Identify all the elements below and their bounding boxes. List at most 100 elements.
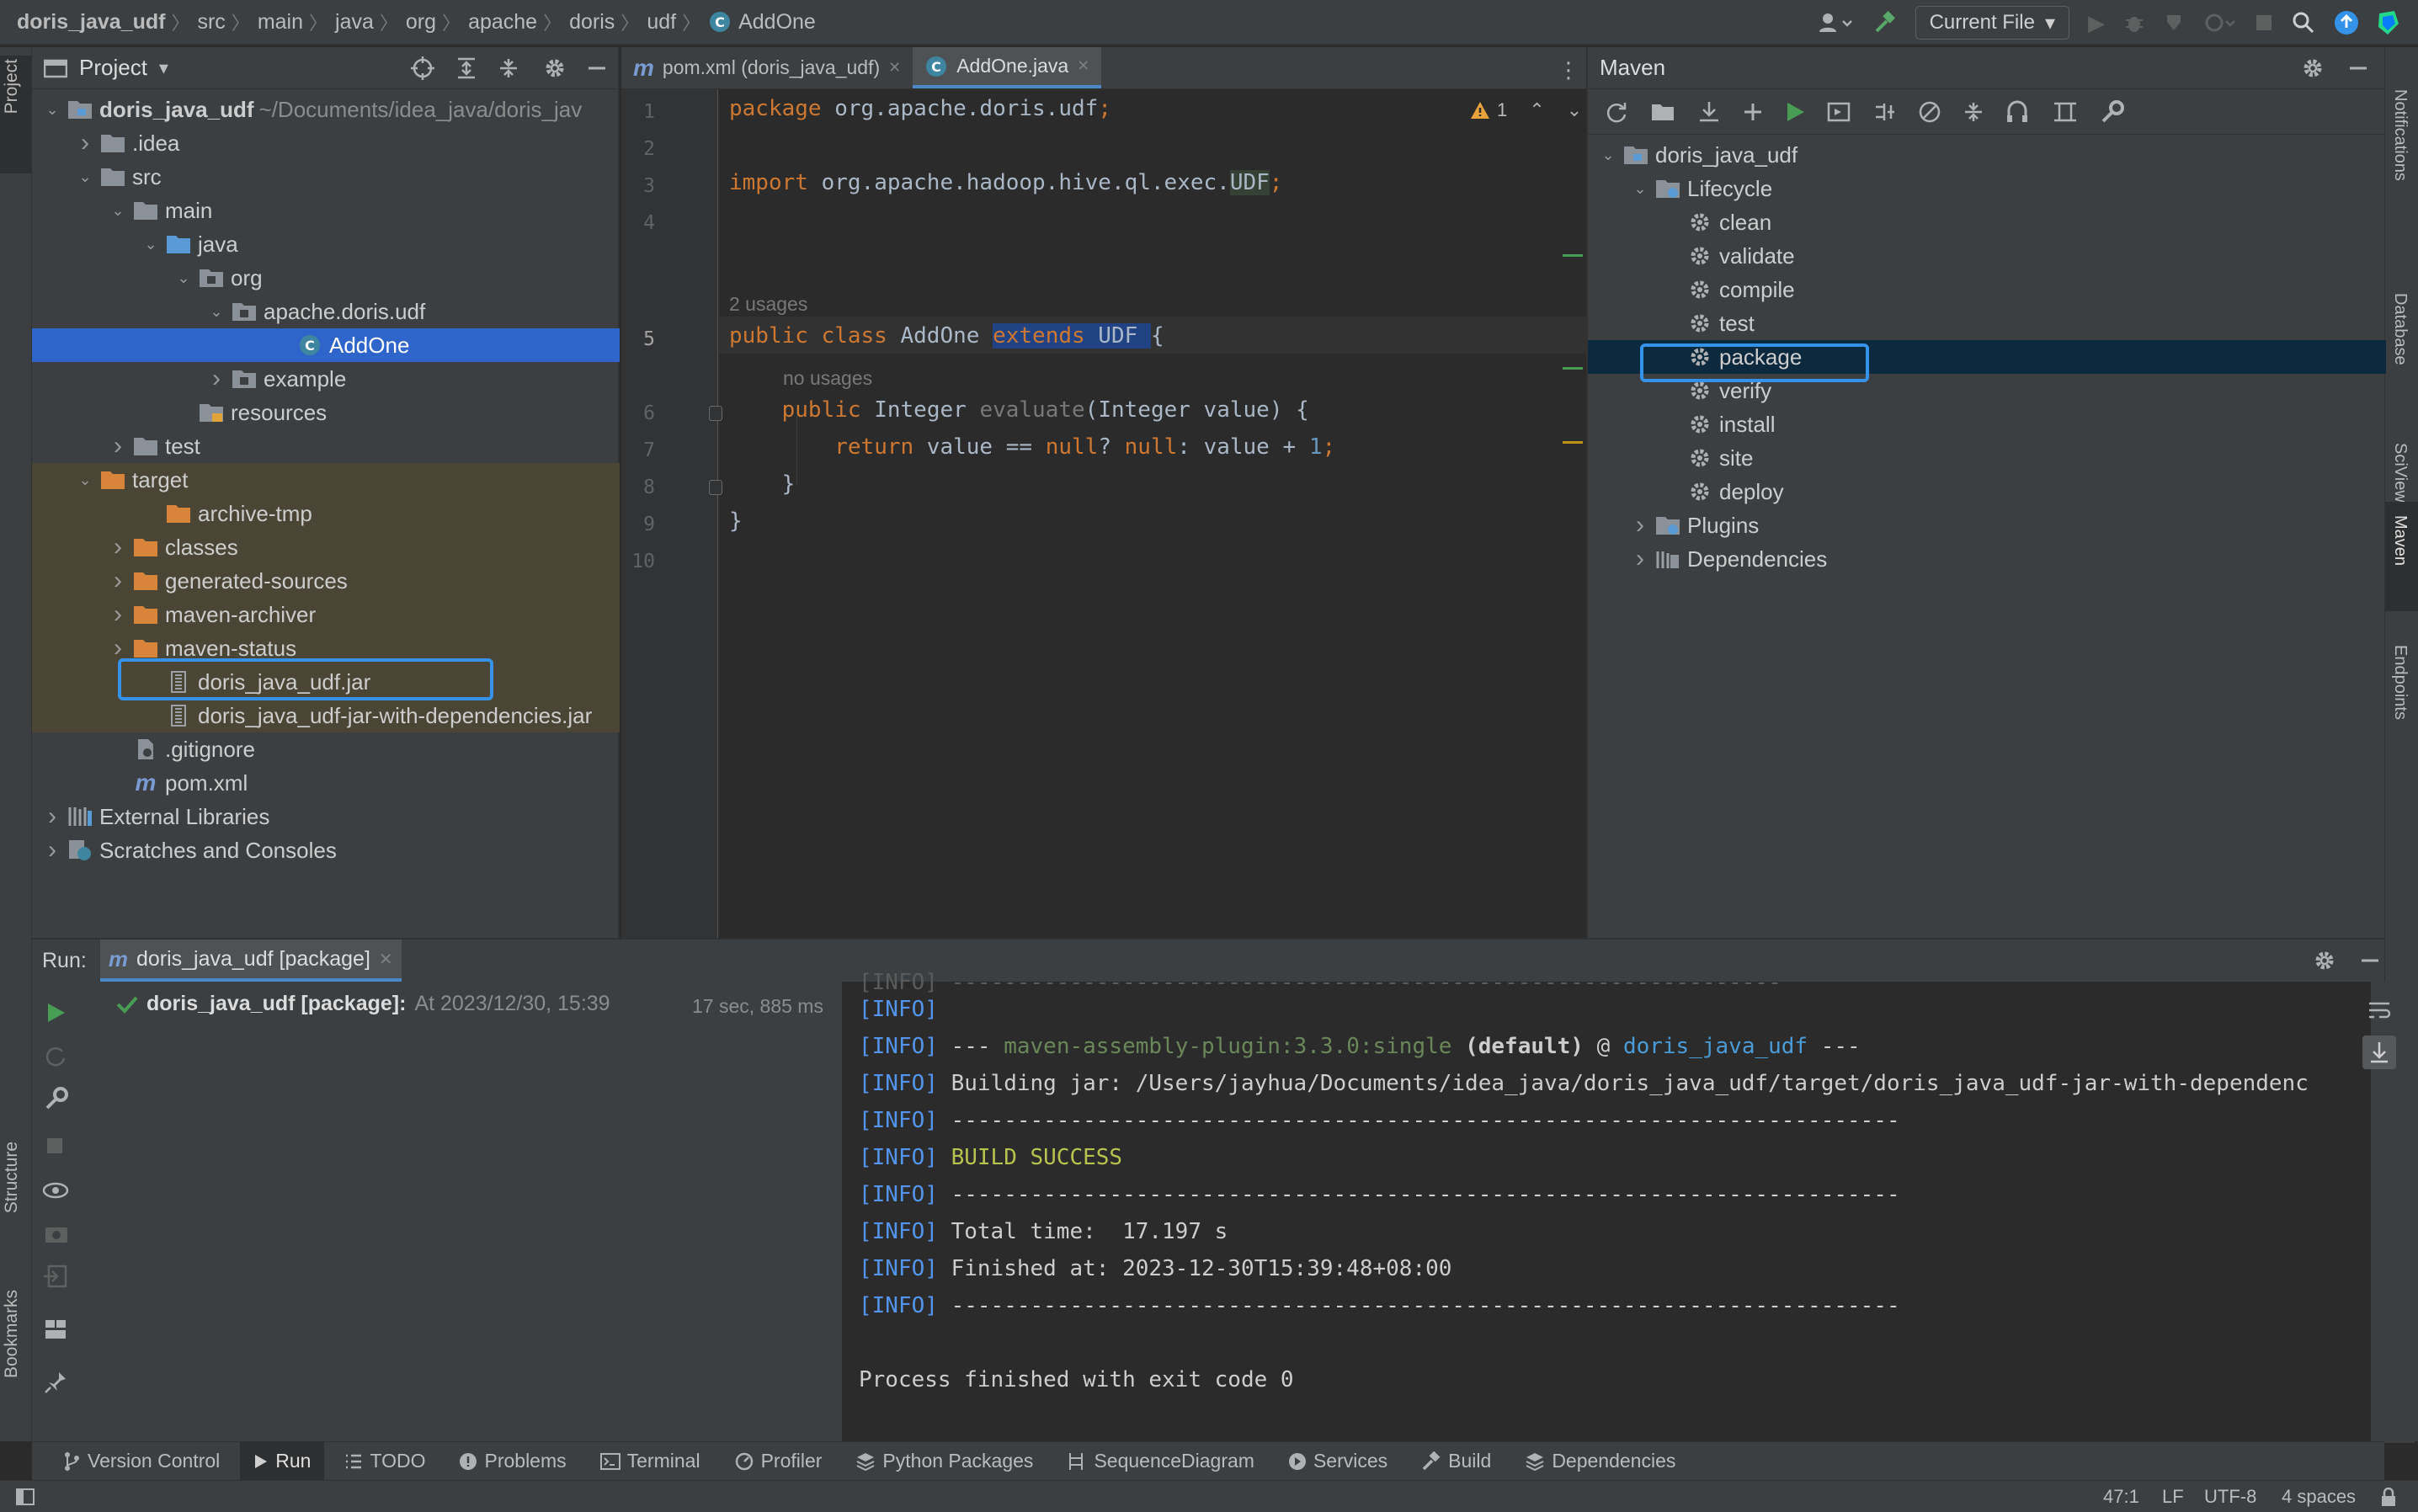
tool-tab-problems[interactable]: Problems — [445, 1442, 579, 1481]
inspection-widget[interactable]: 1 ⌃ ⌄ — [1470, 99, 1582, 121]
project-tool-tab[interactable]: Project — [2, 59, 22, 114]
jetbrains-logo-icon[interactable] — [2378, 10, 2399, 35]
previous-highlight-icon[interactable]: ⌃ — [1529, 99, 1544, 121]
chevron-down-icon[interactable]: ▾ — [159, 57, 168, 79]
coverage-icon[interactable] — [2164, 12, 2186, 34]
reload-icon[interactable] — [1605, 100, 1628, 124]
next-highlight-icon[interactable]: ⌄ — [1567, 99, 1582, 121]
project-tree-item[interactable]: › example — [32, 362, 620, 396]
chevron-right-icon[interactable]: › — [44, 836, 61, 865]
chevron-down-icon[interactable]: ⌄ — [44, 101, 61, 119]
line-separator[interactable]: LF — [2162, 1486, 2184, 1508]
breadcrumb-item[interactable]: java — [335, 10, 374, 35]
notifications-tool-tab[interactable]: Notifications — [2390, 89, 2410, 181]
maven-goal-item[interactable]: site — [1588, 441, 2386, 475]
project-tree-item[interactable]: ⌄ src — [32, 160, 620, 194]
wrench-settings-icon[interactable] — [2100, 99, 2125, 125]
toggle-offline-icon[interactable] — [1872, 100, 1896, 124]
expand-all-icon[interactable] — [456, 57, 477, 79]
debug-icon[interactable] — [2123, 12, 2145, 34]
project-tree-item[interactable]: resources — [32, 396, 620, 429]
maven-dependencies-item[interactable]: › Dependencies — [1588, 542, 2386, 576]
gear-icon[interactable] — [2302, 57, 2324, 79]
chevron-down-icon[interactable]: ⌄ — [1600, 146, 1616, 164]
maven-goal-item[interactable]: validate — [1588, 239, 2386, 273]
search-icon[interactable] — [2292, 11, 2315, 35]
sciview-tool-tab[interactable]: SciView — [2390, 443, 2410, 503]
chevron-down-icon[interactable]: ⌄ — [109, 202, 126, 220]
download-icon[interactable] — [1697, 100, 1721, 124]
run-configuration-select[interactable]: Current File ▾ — [1915, 6, 2069, 40]
run-configuration-icon[interactable] — [1827, 101, 1851, 123]
database-tool-tab[interactable]: Database — [2390, 293, 2410, 365]
update-icon[interactable] — [2334, 10, 2359, 35]
chevron-right-icon[interactable]: › — [1632, 511, 1648, 540]
run-goal-icon[interactable] — [1785, 101, 1805, 123]
collapse-all-icon[interactable] — [498, 57, 519, 79]
gear-icon[interactable] — [544, 57, 566, 79]
project-tree-item[interactable]: › test — [32, 429, 620, 463]
tool-tab-run[interactable]: Run — [240, 1441, 325, 1481]
minimize-icon[interactable] — [2361, 951, 2379, 970]
add-maven-project-icon[interactable] — [1650, 100, 1675, 124]
pin-icon[interactable] — [44, 1371, 67, 1394]
plus-icon[interactable] — [1743, 102, 1763, 122]
breadcrumb-item[interactable]: udf — [647, 10, 676, 35]
project-panel-title[interactable]: Project — [79, 55, 147, 81]
project-tree-item[interactable]: .gitignore — [32, 732, 620, 766]
run-tree-item[interactable]: doris_java_udf [package]: At 2023/12/30,… — [116, 992, 610, 1016]
tool-tab-build[interactable]: Build — [1408, 1442, 1505, 1481]
scroll-to-end-icon[interactable] — [2362, 1036, 2396, 1069]
breadcrumb-item[interactable]: src — [197, 10, 225, 35]
locate-icon[interactable] — [411, 56, 434, 80]
breadcrumb-item[interactable]: doris_java_udf — [17, 10, 165, 35]
project-tree-item[interactable]: ⌄ org — [32, 261, 620, 295]
chevron-down-icon[interactable]: ⌄ — [142, 236, 159, 253]
maven-goal-item[interactable]: test — [1588, 306, 2386, 340]
user-icon[interactable] — [1818, 12, 1855, 34]
project-tree-item[interactable]: › generated-sources — [32, 564, 620, 598]
breadcrumb-item[interactable]: org — [406, 10, 436, 35]
chevron-right-icon[interactable]: › — [109, 533, 126, 562]
lifecycle-phases-icon[interactable] — [2053, 100, 2078, 124]
chevron-down-icon[interactable]: ⌄ — [175, 269, 192, 287]
project-tree-item[interactable]: archive-tmp — [32, 497, 620, 530]
tool-tab-terminal[interactable]: Terminal — [587, 1442, 714, 1481]
chevron-right-icon[interactable]: › — [208, 365, 225, 393]
project-tree-item[interactable]: m pom.xml — [32, 766, 620, 800]
run-icon[interactable]: ▶ — [2088, 10, 2105, 36]
run-tab[interactable]: m doris_java_udf [package] ✕ — [99, 940, 402, 982]
endpoints-tool-tab[interactable]: Endpoints — [2390, 645, 2410, 720]
wrench-icon[interactable] — [44, 1086, 69, 1111]
chevron-right-icon[interactable]: › — [77, 129, 93, 157]
camera-icon[interactable] — [44, 1222, 69, 1244]
close-icon[interactable]: ✕ — [888, 59, 901, 77]
chevron-down-icon[interactable]: ⌄ — [77, 471, 93, 489]
lock-icon[interactable] — [2379, 1488, 2398, 1508]
chevron-right-icon[interactable]: › — [109, 567, 126, 595]
maven-tool-tab[interactable]: Maven — [2390, 515, 2410, 566]
build-hammer-icon[interactable] — [1873, 11, 1897, 35]
tool-tab-dependencies[interactable]: Dependencies — [1511, 1442, 1689, 1481]
gear-icon[interactable] — [2314, 950, 2335, 972]
breadcrumb-item[interactable]: main — [258, 10, 303, 35]
project-tree-item[interactable]: ⌄ target — [32, 463, 620, 497]
chevron-right-icon[interactable]: › — [44, 802, 61, 831]
close-icon[interactable]: ✕ — [379, 949, 393, 970]
breadcrumb-item[interactable]: apache — [468, 10, 537, 35]
profile-icon[interactable] — [2204, 12, 2236, 34]
breadcrumb-item[interactable]: AddOne — [738, 10, 816, 35]
skip-tests-icon[interactable] — [1918, 100, 1941, 124]
project-tree-item[interactable]: › Scratches and Consoles — [32, 833, 620, 867]
maven-goal-item[interactable]: install — [1588, 407, 2386, 441]
stop-icon[interactable] — [2255, 13, 2273, 32]
editor-tab[interactable]: C AddOne.java ✕ — [913, 47, 1102, 88]
usages-hint[interactable]: 2 usages — [729, 293, 807, 316]
project-tree-item[interactable]: › classes — [32, 530, 620, 564]
toggle-tool-windows-icon[interactable] — [15, 1488, 35, 1506]
tool-tab-profiler[interactable]: Profiler — [721, 1442, 836, 1481]
import-icon[interactable] — [44, 1264, 67, 1288]
project-tree-item[interactable]: doris_java_udf-jar-with-dependencies.jar — [32, 699, 620, 732]
run-console[interactable]: [INFO] ---------------------------------… — [842, 970, 2371, 1443]
code-area[interactable]: package org.apache.doris.udf; import org… — [621, 89, 1586, 938]
